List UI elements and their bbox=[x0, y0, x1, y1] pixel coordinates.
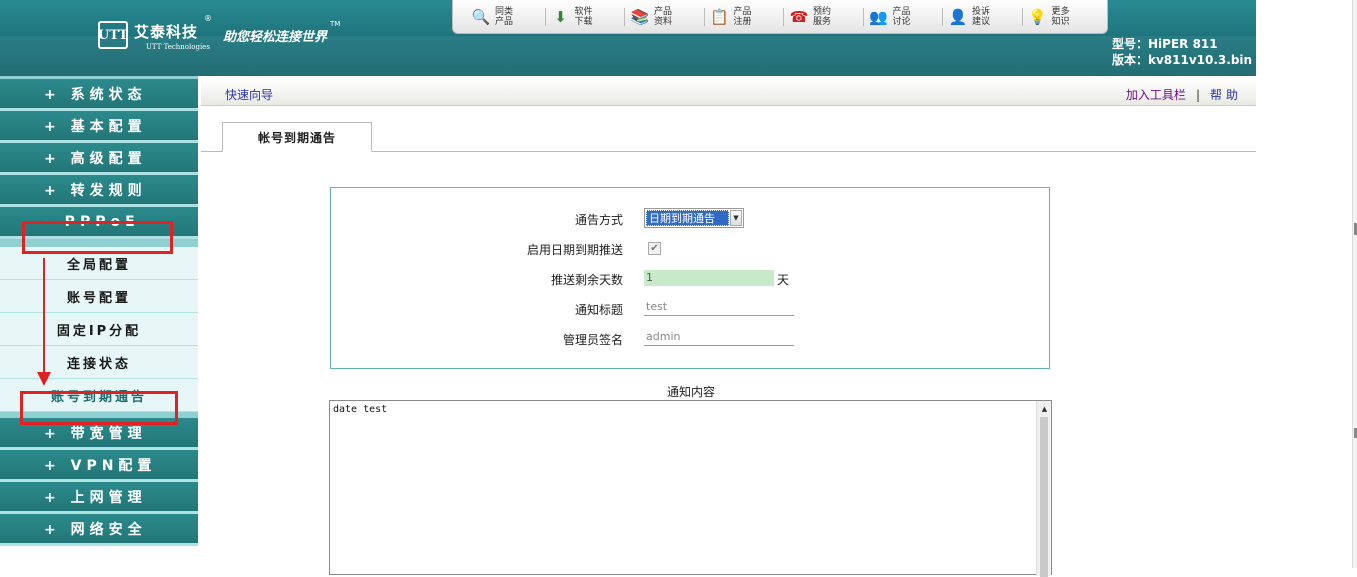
bulb-icon: 💡 bbox=[1028, 7, 1047, 26]
logo-cn-text: 艾泰科技 bbox=[134, 23, 199, 41]
registered-mark: ® bbox=[204, 14, 212, 23]
header: UTT 艾泰科技 ® UTT Technologies 助您轻松连接世界 TM … bbox=[0, 0, 1256, 76]
search-icon: 🔍 bbox=[471, 7, 491, 26]
toolbar-label: 更多知识 bbox=[1051, 6, 1070, 27]
days-control: 1 天 bbox=[644, 268, 789, 287]
utt-logo: UTT bbox=[98, 21, 128, 49]
notice-form: 通告方式 日期到期通告 ▼ 启用日期到期推送 ✔ 推送剩余天数 1 天 通知标题… bbox=[330, 187, 1050, 369]
content-title: 通知内容 bbox=[666, 385, 715, 399]
toolbar-item-more-knowledge[interactable]: 💡 更多知识 bbox=[1021, 2, 1108, 32]
quick-wizard-link[interactable]: 快速向导 bbox=[225, 86, 273, 103]
toolbar-item-software-download[interactable]: ⬇ 软件下载 bbox=[544, 2, 631, 32]
slogan: 助您轻松连接世界 bbox=[223, 30, 328, 45]
mode-select[interactable]: 日期到期通告 ▼ bbox=[644, 208, 744, 228]
phone-icon: ☎ bbox=[789, 7, 809, 26]
mode-select-value: 日期到期通告 bbox=[646, 210, 729, 226]
days-input[interactable]: 1 bbox=[644, 270, 774, 286]
sidebar-item-network-security[interactable]: + 网络安全 bbox=[0, 514, 198, 546]
form-row-title: 通知标题 test bbox=[331, 298, 1051, 320]
toolbar-label: 产品资料 bbox=[654, 6, 673, 27]
person-icon: 👤 bbox=[948, 7, 968, 26]
days-unit: 天 bbox=[777, 273, 790, 287]
title-label: 通知标题 bbox=[574, 303, 623, 317]
title-input[interactable]: test bbox=[644, 298, 794, 316]
toolbar-item-feedback[interactable]: 👤 投诉建议 bbox=[942, 2, 1028, 32]
sidebar-item-internet-management[interactable]: + 上网管理 bbox=[0, 482, 198, 514]
sidebar-item-vpn[interactable]: + VPN配置 bbox=[0, 450, 198, 482]
textarea-scrollbar[interactable]: ▲ bbox=[1036, 401, 1052, 577]
toolbar-item-product-register[interactable]: 📋 产品注册 bbox=[703, 2, 790, 32]
toolbar-label: 预约服务 bbox=[813, 6, 832, 27]
version-line: 版本：kv811v10.3.bin bbox=[1112, 53, 1253, 67]
days-label: 推送剩余天数 bbox=[550, 273, 623, 287]
page-scrollbar[interactable] bbox=[1352, 0, 1357, 568]
sidebar: + 系统状态 + 基本配置 + 高级配置 + 转发规则 - PPPoE 全局配置… bbox=[0, 76, 198, 568]
toolbar-label: 软件下载 bbox=[574, 6, 593, 27]
highlight-pppoe bbox=[22, 221, 173, 254]
breadcrumb-bar: 快速向导 加入工具栏 | 帮助 bbox=[201, 79, 1256, 106]
trademark-mark: TM bbox=[330, 20, 341, 28]
form-row-mode: 通告方式 日期到期通告 ▼ bbox=[331, 208, 1051, 230]
toolbar-label: 投诉建议 bbox=[972, 6, 991, 27]
sidebar-item-advanced-config[interactable]: + 高级配置 bbox=[0, 143, 198, 175]
help-link[interactable]: 帮助 bbox=[1210, 88, 1242, 102]
users-icon: 👥 bbox=[869, 7, 888, 26]
admin-label: 管理员签名 bbox=[562, 333, 623, 347]
download-icon: ⬇ bbox=[554, 7, 567, 26]
notice-content-textarea[interactable]: date test ▲ bbox=[329, 400, 1052, 577]
notice-content-text: date test bbox=[333, 404, 388, 415]
form-row-enable: 启用日期到期推送 ✔ bbox=[331, 238, 1051, 260]
annotation-arrow-line bbox=[43, 258, 45, 376]
sidebar-subitem-static-ip[interactable]: 固定IP分配 bbox=[0, 313, 198, 346]
clipboard-icon: 📋 bbox=[710, 7, 729, 26]
form-row-days: 推送剩余天数 1 天 bbox=[331, 268, 1051, 290]
tab-account-expiry-notice[interactable]: 帐号到期通告 bbox=[222, 122, 372, 152]
toolbar-label: 同类产品 bbox=[495, 6, 514, 27]
toolbar-item-similar-products[interactable]: 🔍 同类产品 bbox=[471, 2, 551, 32]
sidebar-item-system-status[interactable]: + 系统状态 bbox=[0, 79, 198, 111]
chevron-down-icon[interactable]: ▼ bbox=[730, 210, 742, 226]
mode-label: 通告方式 bbox=[574, 213, 623, 227]
logo-en-text: UTT Technologies bbox=[146, 43, 210, 51]
sidebar-subitem-account-config[interactable]: 账号配置 bbox=[0, 280, 198, 313]
sidebar-subitem-connection-status[interactable]: 连接状态 bbox=[0, 346, 198, 379]
enable-checkbox[interactable]: ✔ bbox=[648, 242, 661, 255]
toolbar-label: 产品注册 bbox=[733, 6, 752, 27]
scroll-up-icon[interactable]: ▲ bbox=[1037, 401, 1052, 416]
toolbar-item-book-service[interactable]: ☎ 预约服务 bbox=[783, 2, 869, 32]
model-info: 型号：HiPER 811 版本：kv811v10.3.bin bbox=[1112, 36, 1252, 68]
enable-label: 启用日期到期推送 bbox=[526, 243, 623, 257]
scrollbar-track[interactable] bbox=[1040, 417, 1048, 577]
breadcrumb-right: 加入工具栏 | 帮助 bbox=[1126, 86, 1242, 103]
sidebar-item-forward-rules[interactable]: + 转发规则 bbox=[0, 175, 198, 207]
admin-signature-input[interactable]: admin bbox=[644, 328, 794, 346]
annotation-arrow-head bbox=[37, 372, 51, 386]
breadcrumb-separator: | bbox=[1195, 88, 1200, 102]
sidebar-item-basic-config[interactable]: + 基本配置 bbox=[0, 111, 198, 143]
model-line: 型号：HiPER 811 bbox=[1112, 37, 1218, 51]
top-toolbar: 🔍 同类产品 ⬇ 软件下载 📚 产品资料 📋 产品注册 ☎ 预约服务 👥 产品讨… bbox=[452, 0, 1108, 34]
toolbar-item-product-docs[interactable]: 📚 产品资料 bbox=[624, 2, 710, 32]
toolbar-item-product-discussion[interactable]: 👥 产品讨论 bbox=[862, 2, 949, 32]
books-icon: 📚 bbox=[630, 7, 650, 26]
form-row-admin: 管理员签名 admin bbox=[331, 328, 1051, 350]
toolbar-label: 产品讨论 bbox=[892, 6, 911, 27]
add-toolbar-link[interactable]: 加入工具栏 bbox=[1126, 88, 1186, 102]
highlight-expiry-notice bbox=[20, 391, 178, 425]
